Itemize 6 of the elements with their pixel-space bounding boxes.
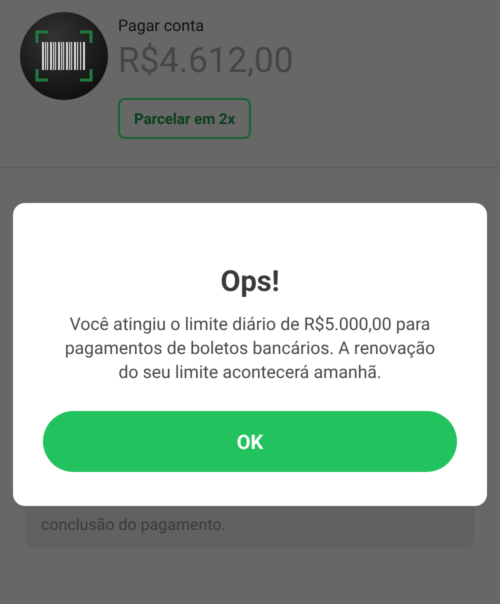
- dialog-message: Você atingiu o limite diário de R$5.000,00 para pagamentos de boletos bancários. A renovação do seu limite acontecerá amanhã.: [64, 314, 436, 385]
- ok-button[interactable]: OK: [43, 411, 457, 472]
- dialog-title: Ops!: [220, 265, 280, 299]
- installment-button[interactable]: Parcelar em 2x: [118, 98, 252, 139]
- page-title: Pagar conta: [118, 16, 204, 36]
- barcode-icon: [20, 12, 108, 100]
